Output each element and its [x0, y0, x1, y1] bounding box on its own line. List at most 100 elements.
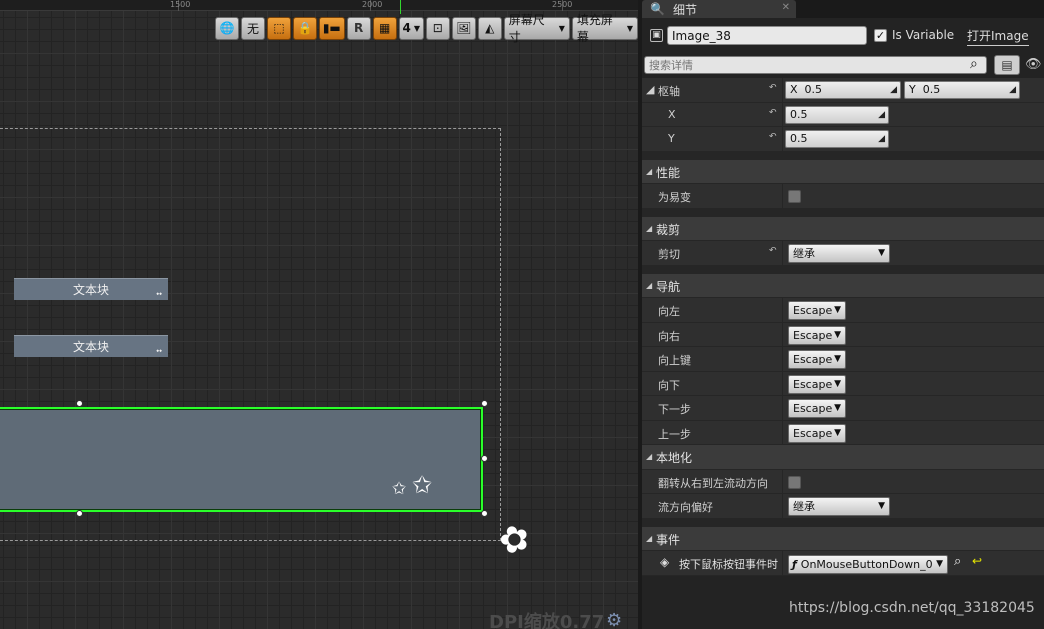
category-events[interactable]: ◢ 事件	[642, 526, 1044, 551]
goto-arrow-icon[interactable]: ↩	[972, 554, 982, 568]
property-row-nav-down: 向下 Escape ▼	[642, 371, 1044, 396]
designer-viewport[interactable]: 1500 2000 2500 🌐 无 ⬚ 🔒 ▮▬ R ▦ 4 ▼ ⊡ 🖼 ◭ 屏…	[0, 0, 638, 629]
reset-arrow-icon[interactable]: ↶	[769, 132, 777, 142]
text-block-widget[interactable]: 文本块 ⬩⬩	[14, 335, 168, 357]
category-performance[interactable]: ◢ 性能	[642, 159, 1044, 184]
flip-rtl-checkbox[interactable]	[788, 475, 801, 489]
pivot-y-field[interactable]: Y 0.5 ◢	[904, 81, 1020, 99]
category-label: 性能	[656, 165, 681, 180]
view-options-button[interactable]: ▤	[994, 55, 1020, 75]
nav-label: 上一步	[658, 427, 691, 441]
property-row-nav-up: 向上键 Escape ▼	[642, 347, 1044, 372]
grid-snap-value-dropdown[interactable]: 4 ▼	[398, 16, 424, 40]
screen-size-dropdown[interactable]: 屏幕尺寸 ▼	[503, 13, 570, 44]
nav-previous-dropdown[interactable]: Escape ▼	[788, 423, 846, 443]
category-clipping[interactable]: ◢ 裁剪	[642, 216, 1044, 241]
column-divider	[782, 78, 783, 102]
is-variable-label: Is Variable	[892, 28, 955, 42]
search-icon[interactable]: ⌕	[954, 554, 961, 569]
is-variable-checkbox[interactable]: ✓	[874, 29, 887, 42]
volatile-checkbox[interactable]	[788, 190, 801, 203]
column-divider	[782, 298, 783, 322]
nav-next-dropdown[interactable]: Escape ▼	[788, 399, 846, 418]
layout-toggle-button[interactable]: ▮▬	[319, 16, 345, 40]
expand-arrow-icon[interactable]: ◢	[646, 83, 654, 96]
transform-none-label: 无	[246, 21, 259, 36]
resize-handle[interactable]	[481, 455, 488, 462]
selected-image-widget[interactable]: ✩ ✩	[0, 407, 483, 512]
reset-arrow-icon[interactable]: ↶	[769, 83, 777, 93]
resize-handle[interactable]	[481, 400, 488, 407]
resize-handles-button[interactable]: ⊡	[425, 16, 450, 40]
nav-left-dropdown[interactable]: Escape ▼	[788, 301, 846, 320]
pivot-x-axis-label: X	[790, 83, 798, 96]
details-tab-bar: 🔍 细节 ✕	[642, 0, 1044, 18]
pivot-label: 枢轴	[658, 85, 680, 98]
outline-toggle-button[interactable]: ⬚	[267, 16, 291, 40]
pivot-x-input-value: 0.5	[790, 107, 808, 121]
tab-details[interactable]: 🔍 细节 ✕	[642, 0, 796, 18]
respect-locks-button[interactable]: R	[346, 16, 371, 40]
mouse-down-event-label: 按下鼠标按钮事件时	[679, 558, 778, 571]
resize-handle[interactable]	[76, 400, 83, 407]
nav-value: Escape	[793, 402, 833, 415]
dashed-square-icon: ⬚	[273, 21, 285, 35]
world-space-button[interactable]: 🌐	[215, 16, 239, 40]
nav-value: Escape	[793, 377, 833, 391]
column-divider	[782, 241, 783, 265]
category-navigation[interactable]: ◢ 导航	[642, 273, 1044, 298]
clip-label: 剪切	[658, 248, 680, 261]
text-block-label: 文本块	[72, 340, 109, 354]
safe-zone-button[interactable]: ◭	[477, 16, 502, 40]
drag-corner-icon: ◢	[878, 109, 885, 120]
details-search-input[interactable]	[644, 56, 987, 74]
widget-name-row: ▣ ✓ Is Variable 打开Image	[642, 24, 1044, 48]
pivot-x-input[interactable]: 0.5 ◢	[785, 105, 889, 124]
reset-arrow-icon[interactable]: ↶	[769, 246, 777, 256]
pivot-x-field[interactable]: X 0.5 ◢	[785, 81, 901, 99]
background-image-button[interactable]: 🖼	[451, 16, 476, 40]
column-divider	[782, 322, 783, 346]
pivot-y-input[interactable]: 0.5 ◢	[785, 130, 889, 148]
collapse-arrow-icon: ◢	[646, 452, 653, 461]
triangle-icon: ◭	[485, 21, 495, 35]
r-label: R	[353, 21, 364, 35]
transform-none-button[interactable]: 无	[241, 16, 265, 40]
property-row-flow-direction: 流方向偏好 继承 ▼	[642, 494, 1044, 519]
close-icon[interactable]: ✕	[782, 2, 790, 13]
screen-size-label: 屏幕尺寸	[508, 13, 545, 44]
property-row-clip: 剪切 ↶ 继承 ▼	[642, 241, 1044, 266]
lock-button[interactable]: 🔒	[293, 16, 317, 40]
grid-snap-button[interactable]: ▦	[372, 16, 397, 40]
column-divider	[782, 184, 783, 208]
open-image-link[interactable]: 打开Image	[967, 27, 1029, 46]
nav-up-dropdown[interactable]: Escape ▼	[788, 350, 846, 369]
category-localization[interactable]: ◢ 本地化	[642, 445, 1044, 470]
ruler-label: 1500	[170, 0, 191, 9]
ruler-label: 2500	[552, 0, 573, 9]
flow-direction-dropdown[interactable]: 继承 ▼	[788, 497, 890, 516]
category-label: 导航	[656, 279, 681, 294]
clip-dropdown[interactable]: 继承 ▼	[788, 244, 890, 263]
resize-handle[interactable]	[481, 510, 488, 517]
flow-direction-value: 继承	[793, 500, 815, 513]
volatile-label: 为易变	[658, 191, 691, 204]
reset-arrow-icon[interactable]: ↶	[769, 108, 777, 118]
chevron-down-icon: ▼	[834, 354, 841, 364]
mouse-down-function-dropdown[interactable]: ƒ OnMouseButtonDown_0 ▼	[788, 555, 948, 574]
collapse-arrow-icon: ◢	[646, 533, 653, 543]
anchor-flower-icon[interactable]: ✿	[495, 524, 536, 554]
nav-value: Escape	[793, 353, 833, 366]
gear-icon[interactable]: ⚙	[606, 610, 622, 629]
column-divider	[782, 347, 783, 371]
search-icon[interactable]: ⌕	[970, 56, 978, 72]
collapse-arrow-icon: ◢	[646, 223, 653, 233]
nav-right-dropdown[interactable]: Escape ▼	[788, 325, 846, 345]
nav-down-dropdown[interactable]: Escape ▼	[788, 374, 846, 394]
resize-handle[interactable]	[76, 510, 83, 517]
fill-screen-dropdown[interactable]: 填充屏幕 ▼	[571, 13, 638, 44]
widget-name-input[interactable]	[667, 26, 867, 45]
eye-icon[interactable]: 👁	[1025, 57, 1042, 72]
text-block-widget[interactable]: 文本块 ⬩⬩	[14, 278, 168, 300]
chevron-down-icon: ▼	[834, 427, 841, 438]
